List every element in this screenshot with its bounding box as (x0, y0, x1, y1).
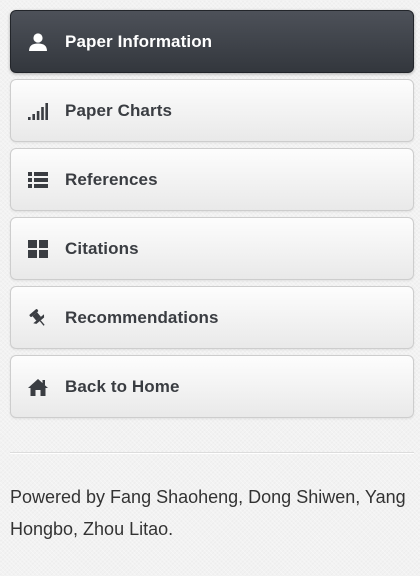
grid-icon (27, 238, 49, 260)
nav-label-references: References (65, 169, 158, 189)
nav-item-paper-information[interactable]: Paper Information (10, 10, 414, 73)
divider (10, 452, 414, 454)
nav-item-paper-charts[interactable]: Paper Charts (10, 79, 414, 142)
footer-credits: Powered by Fang Shaoheng, Dong Shiwen, Y… (10, 487, 406, 539)
nav-label-paper-charts: Paper Charts (65, 100, 173, 120)
signal-icon (27, 100, 49, 122)
nav-label-recommendations: Recommendations (65, 307, 219, 327)
user-icon (27, 31, 49, 53)
list-icon (27, 169, 49, 191)
pushpin-icon (27, 307, 49, 329)
nav-item-recommendations[interactable]: Recommendations (10, 286, 414, 349)
home-icon (27, 376, 49, 398)
nav-item-back-to-home[interactable]: Back to Home (10, 355, 414, 418)
nav-item-citations[interactable]: Citations (10, 217, 414, 280)
nav-label-back-to-home: Back to Home (65, 376, 180, 396)
nav-item-references[interactable]: References (10, 148, 414, 211)
side-nav: Paper Information Paper Charts Reference… (10, 10, 414, 424)
nav-label-citations: Citations (65, 238, 139, 258)
nav-label-paper-information: Paper Information (65, 31, 213, 51)
